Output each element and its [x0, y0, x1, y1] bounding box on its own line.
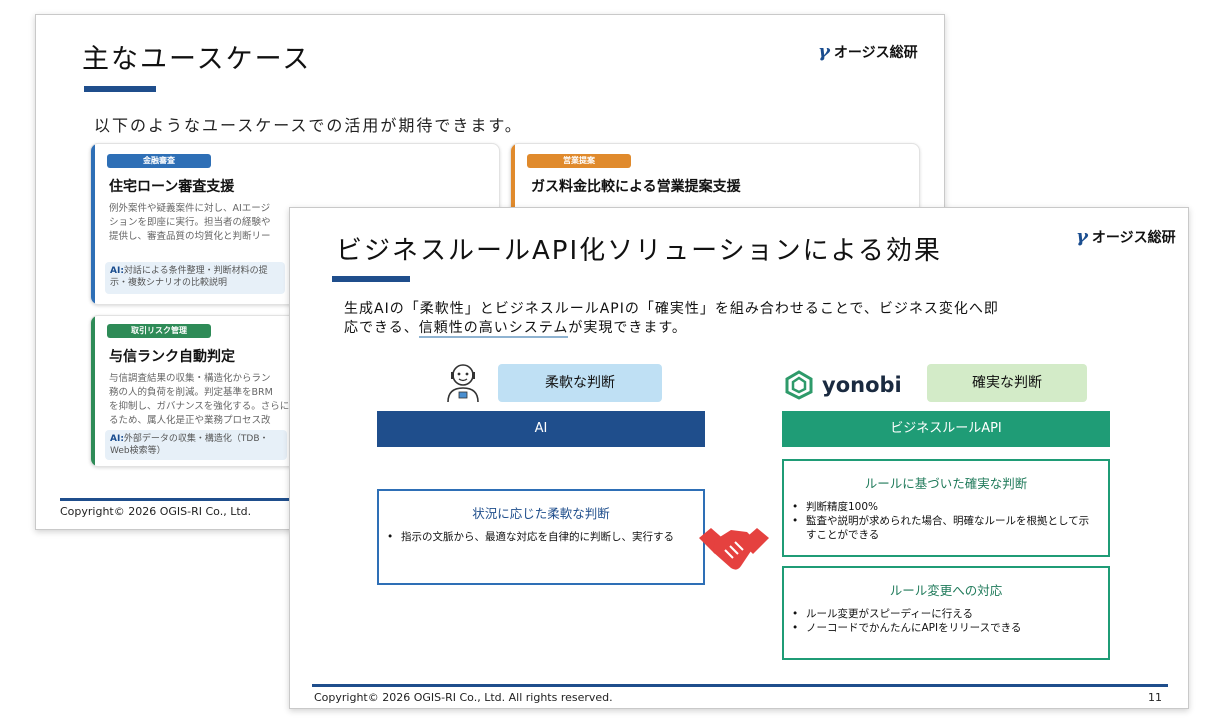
rule-judgment-box: ルールに基づいた確実な判断 判断精度100% 監査や説明が求められた場合、明確な…	[782, 459, 1110, 557]
box-list-item: 指示の文脈から、最適な対応を自律的に判断し、実行する	[387, 530, 691, 544]
rule-change-box: ルール変更への対応 ルール変更がスピーディーに行える ノーコードでかんたんにAP…	[782, 566, 1110, 660]
business-rule-api-header: ビジネスルールAPI	[782, 411, 1110, 447]
box-list-item: ノーコードでかんたんにAPIをリリースできる	[792, 621, 1108, 635]
ai-header: AI	[377, 411, 705, 447]
ai-label: AI:	[110, 266, 124, 276]
logo-text: オージス総研	[1091, 229, 1176, 246]
flexible-judgment-pill: 柔軟な判断	[498, 364, 662, 402]
slide1-copyright: Copyright© 2026 OGIS-RI Co., Ltd.	[60, 505, 252, 518]
ai-text: 対話による条件整理・判断材料の提示・複数シナリオの比較説明	[110, 266, 268, 288]
box-list: ルール変更がスピーディーに行える ノーコードでかんたんにAPIをリリースできる	[784, 607, 1108, 635]
yonobi-brand-name: yonobi	[822, 373, 902, 397]
intro-text: 応できる、	[344, 320, 419, 336]
card-tag: 金融審査	[107, 154, 211, 168]
card-body-line: ションを即座に実行。担当者の経験や	[109, 217, 271, 228]
card-body-line: るため、属人化是正や業務プロセス改	[109, 415, 271, 426]
yonobi-logo-icon	[785, 370, 813, 400]
card-body-line: 提供し、審査品質の均質化と判断リー	[109, 231, 271, 242]
company-logo: γ オージス総研	[818, 41, 918, 62]
title-underline	[84, 86, 156, 92]
title-underline	[332, 276, 410, 282]
intro-text: が実現できます。	[568, 320, 687, 336]
box-title: 状況に応じた柔軟な判断	[472, 506, 610, 521]
card-body: 与信調査結果の収集・構造化からラン 務の人的負荷を削減。判定基準をBRM を抑制…	[109, 372, 291, 428]
box-list: 指示の文脈から、最適な対応を自律的に判断し、実行する	[379, 530, 703, 544]
box-list: 判断精度100% 監査や説明が求められた場合、明確なルールを根拠として示すことが…	[784, 500, 1108, 542]
card-title: 住宅ローン審査支援	[109, 179, 235, 195]
card-body-line: 与信調査結果の収集・構造化からラン	[109, 373, 271, 384]
box-list-item: 監査や説明が求められた場合、明確なルールを根拠として示すことができる	[792, 514, 1096, 542]
logo-text: オージス総研	[833, 44, 918, 61]
yonobi-brand: yonobi	[784, 370, 902, 400]
slide2-intro: 生成AIの「柔軟性」とビジネスルールAPIの「確実性」を組み合わせることで、ビジ…	[344, 300, 999, 338]
page-number: 11	[1148, 691, 1162, 704]
card-accent	[91, 316, 95, 466]
handshake-icon	[697, 520, 771, 578]
card-body: 例外案件や疑義案件に対し、AIエージ ションを即座に実行。担当者の経験や 提供し…	[109, 202, 309, 244]
card-tag: 営業提案	[527, 154, 631, 168]
card-body-line: を抑制し、ガバナンスを強化する。さらに	[109, 401, 290, 412]
card-body-line: 例外案件や疑義案件に対し、AIエージ	[109, 203, 271, 214]
box-list-item: ルール変更がスピーディーに行える	[792, 607, 1108, 621]
ogis-logo-icon: γ	[1076, 226, 1088, 247]
card-title: 与信ランク自動判定	[109, 349, 235, 365]
footer-rule	[60, 498, 290, 501]
slide2-copyright: Copyright© 2026 OGIS-RI Co., Ltd. All ri…	[314, 691, 613, 704]
card-accent	[91, 144, 95, 304]
slide1-intro: 以下のようなユースケースでの活用が期待できます。	[94, 116, 523, 135]
intro-highlight: 信頼性の高いシステム	[418, 320, 569, 338]
box-title: ルールに基づいた確実な判断	[864, 476, 1028, 491]
ai-label: AI:	[110, 434, 124, 444]
slide1-title: 主なユースケース	[82, 44, 312, 75]
card-accent	[511, 144, 515, 216]
slide2-title: ビジネスルールAPI化ソリューションによる効果	[336, 236, 942, 266]
box-title: ルール変更への対応	[889, 583, 1003, 598]
intro-line-1: 生成AIの「柔軟性」とビジネスルールAPIの「確実性」を組み合わせることで、ビジ…	[344, 301, 999, 317]
box-list-item: 判断精度100%	[792, 500, 1108, 514]
card-ai-note: AI:外部データの収集・構造化（TDB・Web検索等）	[105, 430, 287, 460]
usecase-card-gas-proposal: 営業提案 ガス料金比較による営業提案支援	[510, 143, 920, 217]
slide-api-effect: ビジネスルールAPI化ソリューションによる効果 γ オージス総研 生成AIの「柔…	[289, 207, 1189, 709]
ai-feature-box: 状況に応じた柔軟な判断 指示の文脈から、最適な対応を自律的に判断し、実行する	[377, 489, 705, 585]
ai-text: 外部データの収集・構造化（TDB・Web検索等）	[110, 434, 269, 456]
ogis-logo-icon: γ	[818, 41, 830, 62]
certain-judgment-pill: 確実な判断	[927, 364, 1087, 402]
card-ai-note: AI:対話による条件整理・判断材料の提示・複数シナリオの比較説明	[105, 262, 285, 294]
company-logo: γ オージス総研	[1076, 226, 1176, 247]
footer-rule	[312, 684, 1168, 687]
intro-line-2: 応できる、信頼性の高いシステムが実現できます。	[344, 319, 999, 338]
robot-operator-icon	[440, 360, 486, 404]
card-tag: 取引リスク管理	[107, 324, 211, 338]
card-title: ガス料金比較による営業提案支援	[531, 179, 741, 195]
card-body-line: 務の人的負荷を削減。判定基準をBRM	[109, 387, 273, 398]
